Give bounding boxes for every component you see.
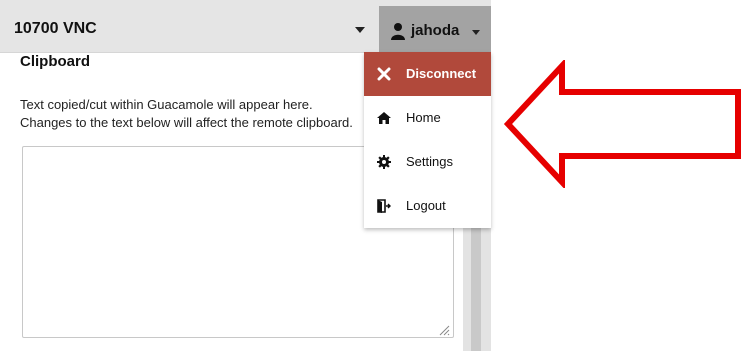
- clipboard-description: Text copied/cut within Guacamole will ap…: [20, 97, 353, 130]
- menu-item-logout[interactable]: Logout: [364, 184, 491, 228]
- menu-item-label: Settings: [406, 154, 453, 169]
- menu-item-home[interactable]: Home: [364, 96, 491, 140]
- clipboard-title: Clipboard: [20, 53, 90, 70]
- user-dropdown-menu: Disconnect Home Settings Logout: [364, 52, 491, 228]
- menu-header: 10700 VNC jahoda: [0, 0, 491, 53]
- username-label: jahoda: [411, 22, 460, 39]
- user-menu-button[interactable]: jahoda: [379, 6, 491, 52]
- menu-item-label: Disconnect: [406, 66, 477, 81]
- annotation-arrow-icon: [503, 60, 741, 188]
- resize-grip-icon[interactable]: [438, 324, 450, 336]
- connection-name[interactable]: 10700 VNC: [14, 0, 97, 52]
- home-icon: [377, 112, 391, 124]
- menu-item-label: Home: [406, 110, 441, 125]
- user-icon: [391, 23, 405, 40]
- chevron-down-icon[interactable]: [355, 27, 365, 33]
- menu-item-disconnect[interactable]: Disconnect: [364, 52, 491, 96]
- menu-item-settings[interactable]: Settings: [364, 140, 491, 184]
- close-icon: [377, 67, 391, 81]
- logout-icon: [377, 199, 391, 213]
- menu-item-label: Logout: [406, 198, 446, 213]
- chevron-down-icon: [472, 30, 480, 35]
- gear-icon: [377, 155, 391, 169]
- screenshot: 10700 VNC jahoda Clipboard Text copied/c…: [0, 0, 744, 351]
